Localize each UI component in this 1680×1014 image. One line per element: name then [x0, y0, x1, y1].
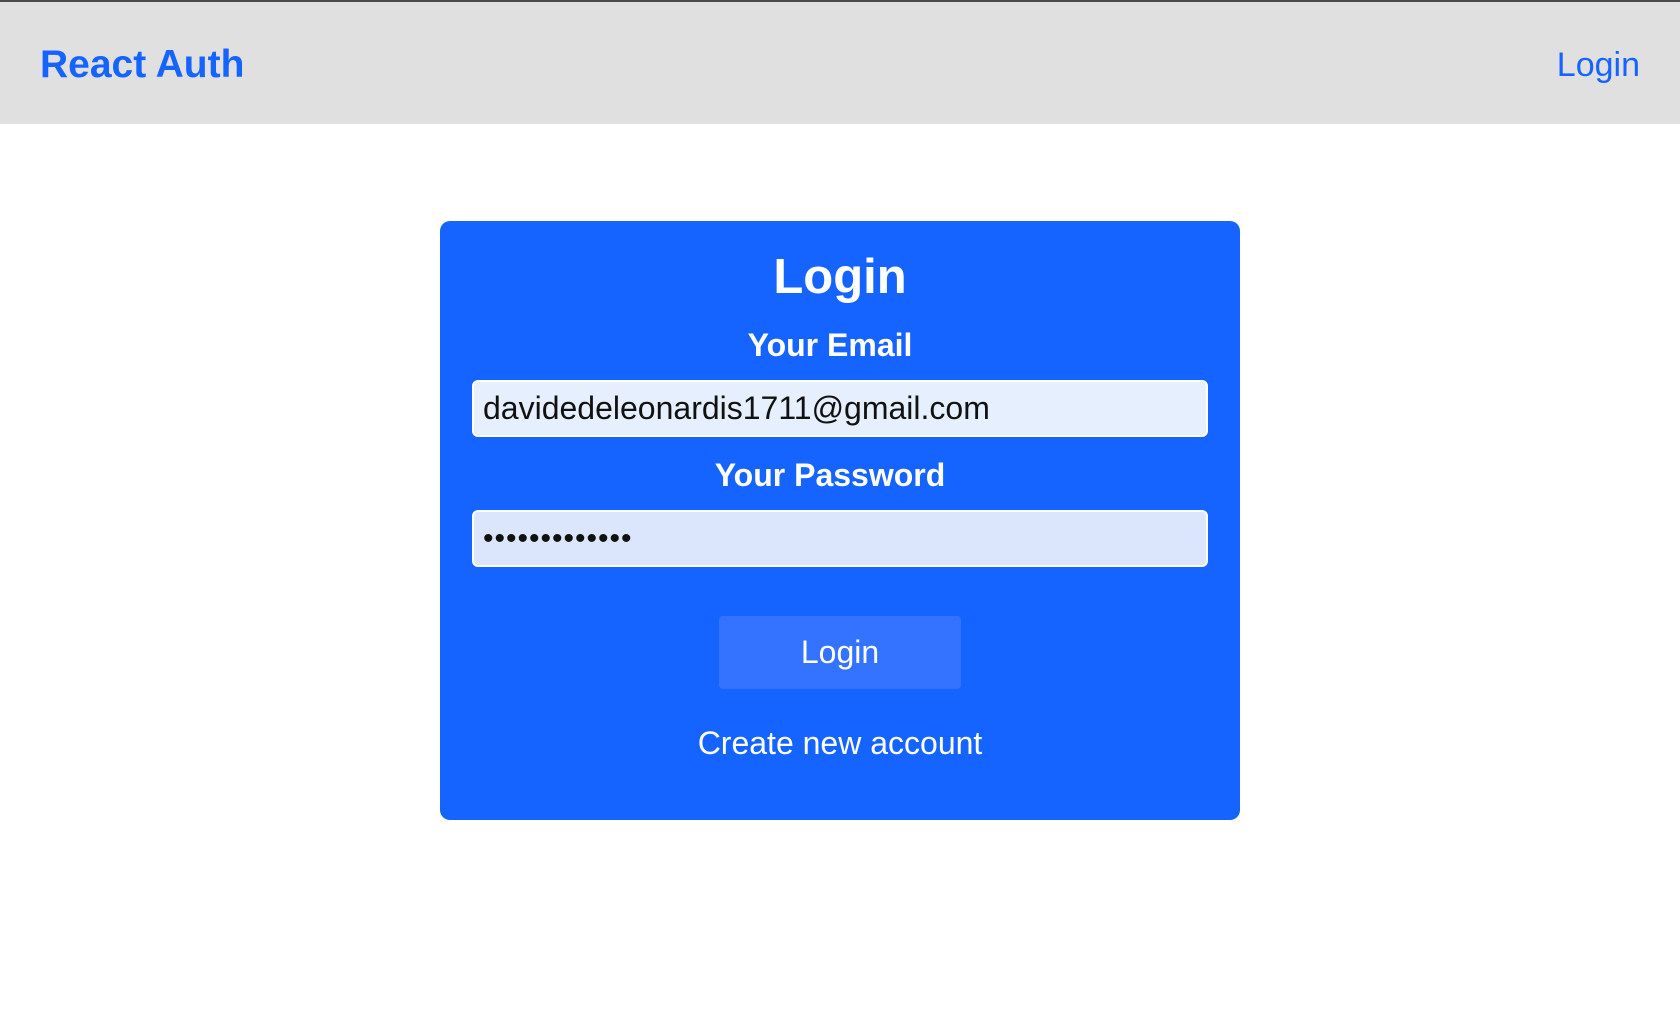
email-field[interactable] [472, 380, 1208, 437]
password-field[interactable] [472, 510, 1208, 567]
top-navbar: React Auth Login [0, 0, 1680, 124]
nav-login-link[interactable]: Login [1557, 43, 1640, 87]
login-card: Login Your Email Your Password Login Cre… [440, 221, 1240, 820]
brand-logo-link[interactable]: React Auth [40, 41, 244, 89]
create-account-toggle[interactable]: Create new account [440, 723, 1240, 763]
email-label: Your Email [747, 327, 913, 363]
login-submit-button[interactable]: Login [719, 616, 961, 689]
password-label: Your Password [714, 457, 946, 493]
form-title: Login [773, 250, 907, 304]
